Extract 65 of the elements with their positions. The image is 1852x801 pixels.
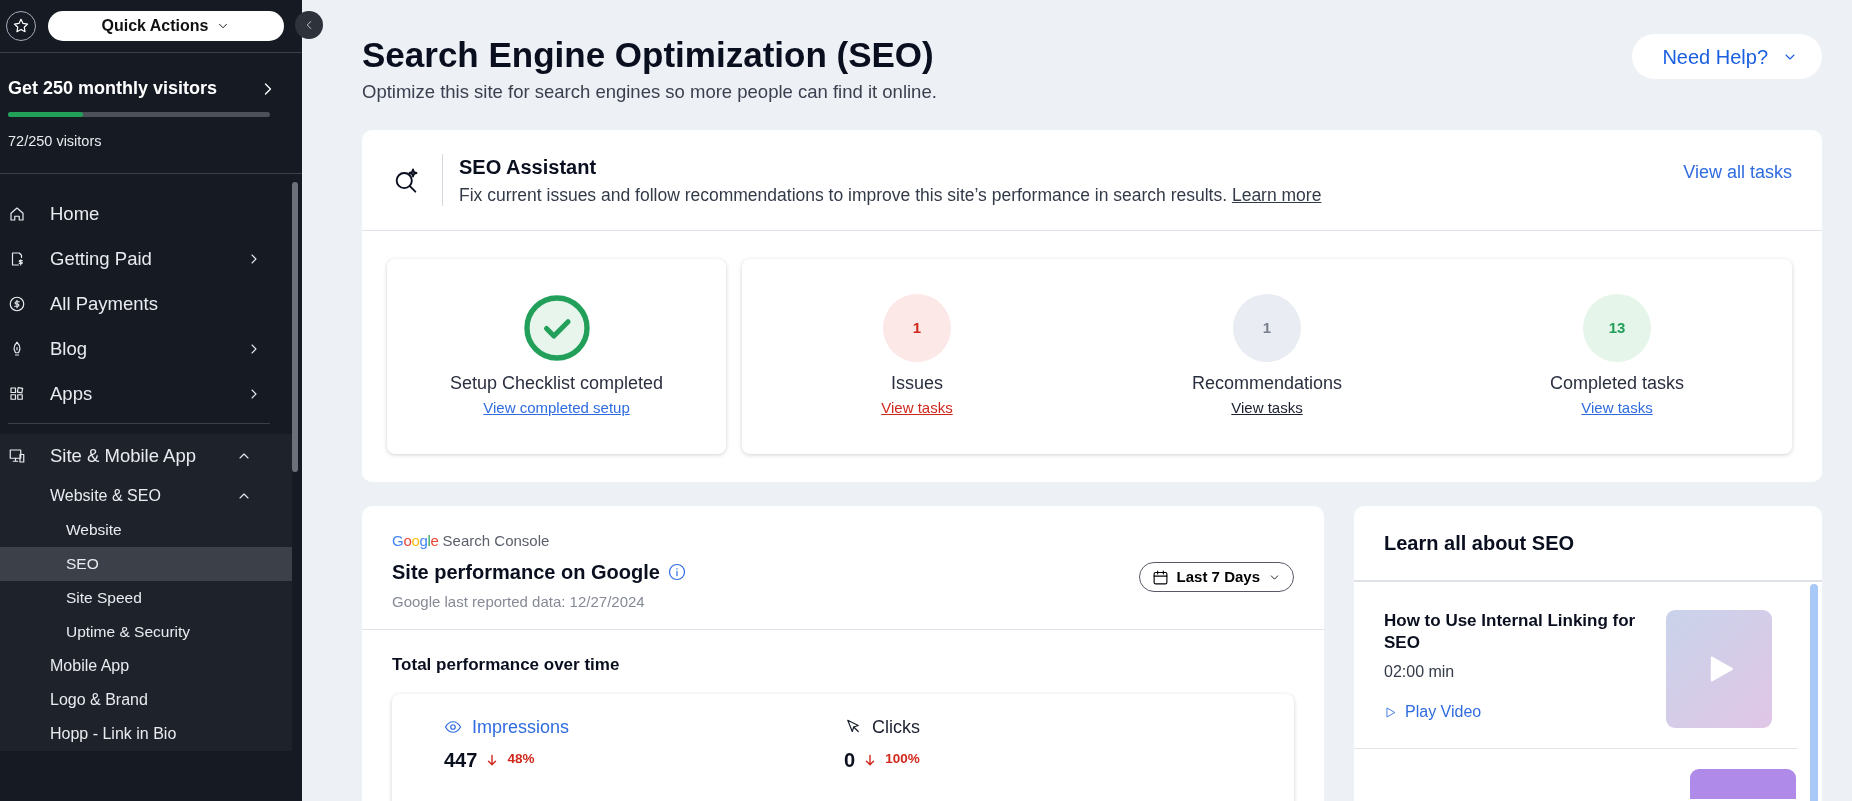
page-title: Search Engine Optimization (SEO) (362, 34, 935, 76)
sidebar-item[interactable]: Website & SEO (0, 478, 292, 513)
metric-tab[interactable]: Clicks (844, 713, 1244, 741)
star-icon (12, 17, 30, 35)
video-thumbnail[interactable] (1666, 610, 1772, 728)
video-thumbnail[interactable] (1690, 769, 1796, 799)
scrollbar-thumb[interactable] (1810, 584, 1818, 801)
page-subtitle: Optimize this site for search engines so more people can find it online. (362, 80, 937, 104)
info-icon (667, 562, 686, 581)
sidebar-item[interactable]: SEO (0, 546, 292, 581)
view-all-tasks-link[interactable]: View all tasks (1683, 159, 1792, 187)
sidebar-item[interactable]: All Payments (0, 281, 302, 327)
view-tasks-link[interactable]: View tasks (1231, 396, 1303, 420)
scrollbar-thumb[interactable] (292, 181, 298, 472)
collapse-sidebar-button[interactable] (295, 11, 323, 39)
count-badge: 13 (1583, 293, 1651, 362)
sidebar-item[interactable]: Mobile App (0, 648, 292, 683)
play-icon (1384, 705, 1397, 719)
card-description: Fix current issues and follow recommendations to improve this site’s performance in search results. Learn more (459, 183, 1322, 207)
metric-change: 48% (507, 750, 535, 769)
visitors-count: 72/250 visitors (8, 132, 103, 151)
sidebar-item[interactable]: Blog (0, 326, 302, 372)
goal-title[interactable]: Get 250 monthly visitors (8, 75, 218, 102)
view-setup-link[interactable]: View completed setup (483, 396, 630, 420)
sidebar-item[interactable]: Site Speed (0, 580, 292, 615)
sidebar-item[interactable]: Hopp - Link in Bio (0, 716, 292, 751)
video-title: How to Use Internal Linking for SEO (1384, 610, 1637, 655)
card-title: Learn all about SEO (1354, 506, 1822, 582)
reported-date: Google last reported data: 12/27/2024 (392, 591, 646, 612)
house-icon (8, 205, 26, 224)
card-title: SEO Assistant (459, 154, 598, 180)
quick-actions-button[interactable]: Quick Actions (48, 11, 284, 41)
card-title: Site performance on Google (392, 559, 660, 585)
calendar-icon (1151, 568, 1169, 586)
sidebar-item[interactable]: Getting Paid (0, 236, 302, 282)
setup-label: Setup Checklist completed (449, 371, 664, 395)
learn-more-link[interactable]: Learn more (1231, 184, 1322, 205)
stat-label: Issues (891, 371, 943, 395)
sidebar-item[interactable]: Website (0, 512, 292, 547)
view-tasks-link[interactable]: View tasks (1581, 396, 1653, 420)
date-range-button[interactable]: Last 7 Days (1138, 562, 1294, 592)
sidebar-item[interactable]: Uptime & Security (0, 614, 292, 649)
metric-value: 0 (844, 747, 856, 773)
metric-value: 447 (444, 747, 478, 773)
play-video-link[interactable]: Play Video (1384, 700, 1482, 725)
sidebar-item[interactable]: Home (0, 191, 302, 237)
view-tasks-link[interactable]: View tasks (881, 396, 953, 420)
section-title: Total performance over time (392, 654, 621, 676)
stat-label: Recommendations (1191, 371, 1343, 395)
eye-icon (444, 718, 462, 736)
metric-tab[interactable]: Impressions (444, 713, 844, 741)
stat-label: Completed tasks (1549, 371, 1685, 395)
logo-subtitle: Search Console (442, 531, 550, 551)
sidebar-item[interactable]: Logo & Brand (0, 682, 292, 717)
dollar-circle-icon (8, 295, 26, 314)
video-duration: 02:00 min (1384, 662, 1456, 683)
check-circle-icon (522, 293, 591, 362)
sidebar-item[interactable]: Apps (0, 371, 302, 417)
count-badge: 1 (1233, 293, 1301, 362)
sidebar-item[interactable]: Site & Mobile App (0, 433, 292, 479)
need-help-button[interactable]: Need Help? (1632, 34, 1822, 79)
count-badge: 1 (883, 293, 951, 362)
desktop-mobile-icon (8, 447, 26, 466)
logo-text: Google (392, 531, 439, 551)
metric-change: 100% (885, 750, 920, 769)
